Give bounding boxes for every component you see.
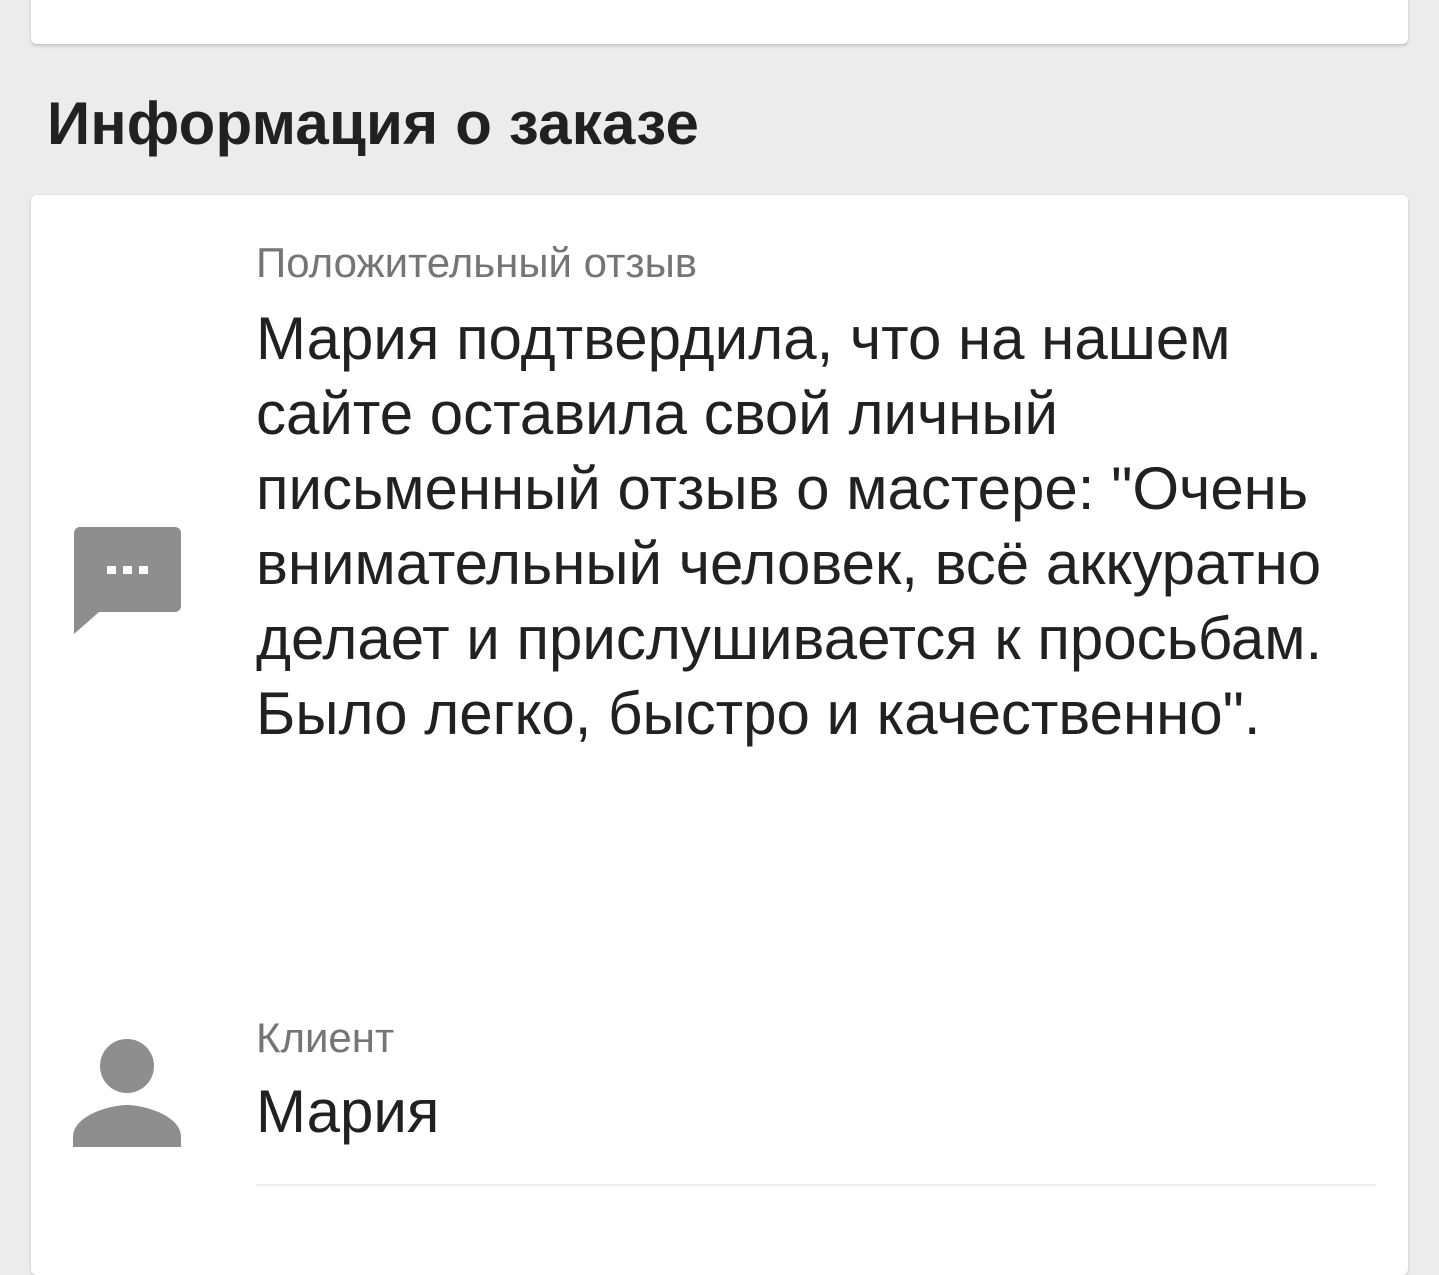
client-text-block: Клиент Мария — [256, 1010, 1376, 1149]
client-name: Мария — [256, 1078, 440, 1145]
section-title: Информация о заказе — [47, 90, 700, 157]
review-text: Мария подтвердила, что на нашем сайте ос… — [256, 305, 1323, 747]
chat-bubble-icon — [73, 527, 181, 640]
divider — [256, 1184, 1376, 1186]
order-info-card: Положительный отзыв Мария подтвердила, ч… — [31, 195, 1408, 1275]
previous-card — [31, 0, 1408, 44]
person-icon — [73, 1039, 181, 1152]
review-label: Положительный отзыв — [256, 239, 698, 286]
review-text-block: Положительный отзыв Мария подтвердила, ч… — [256, 235, 1376, 751]
client-label: Клиент — [256, 1014, 395, 1061]
